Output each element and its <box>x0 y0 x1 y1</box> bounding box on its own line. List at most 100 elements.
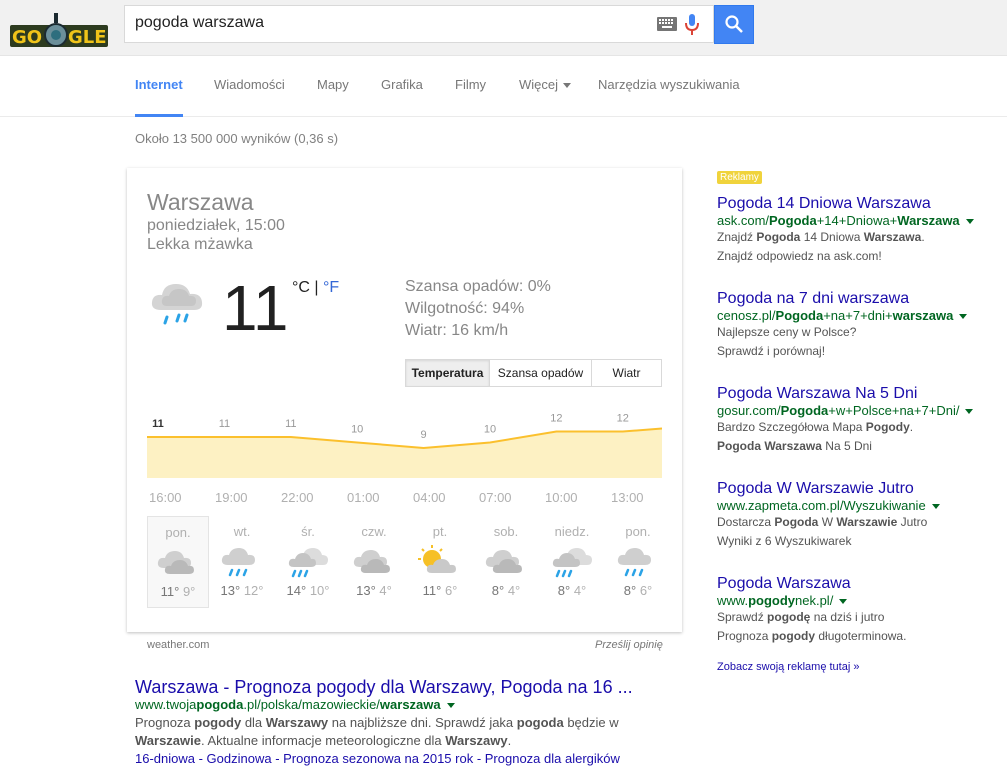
google-doodle-logo[interactable]: GO GLE <box>10 13 108 49</box>
ad-text: Warszawa <box>764 439 822 453</box>
day-name: pon. <box>625 524 651 539</box>
ad-url: gosur.com/Pogoda+w+Polsce+na+7+Dni/ <box>717 403 1007 418</box>
ad-title-link[interactable]: Pogoda W Warszawie Jutro <box>717 480 1007 498</box>
ad-menu-caret-icon[interactable] <box>965 219 974 225</box>
ad-description: Sprawdź pogodę na dziś i jutro <box>717 608 1007 627</box>
ad-url-part: www. <box>717 593 749 608</box>
day-forecast-1[interactable]: wt. 13° 12° <box>211 516 273 608</box>
hour-label: 04:00 <box>413 490 446 505</box>
svg-text:GO: GO <box>12 27 42 48</box>
feedback-link[interactable]: Prześlij opinię <box>595 639 663 651</box>
snippet-bold: Warszawy <box>445 733 508 748</box>
ad-description: Bardzo Szczegółowa Mapa Pogody. <box>717 418 1007 437</box>
day-forecast-0[interactable]: pon. 11° 9° <box>147 516 209 608</box>
drizzle-cloud-icon <box>151 284 203 325</box>
ad-text: W <box>818 515 837 529</box>
tab-search-tools[interactable]: Narzędzia wyszukiwania <box>598 77 740 92</box>
tab-maps[interactable]: Mapy <box>317 77 349 92</box>
cloud-icon <box>353 550 390 573</box>
active-tab-indicator <box>135 114 183 117</box>
result-title-link[interactable]: Warszawa - Prognoza pogody dla Warszawy,… <box>135 677 633 698</box>
day-temps: 13° 4° <box>343 583 405 598</box>
ad-url-part: www.zapmeta.com.pl/Wyszukiwanie <box>717 498 926 513</box>
ad-text: Warszawie <box>836 515 898 529</box>
ad-title-link[interactable]: Pogoda 14 Dniowa Warszawa <box>717 195 1007 213</box>
ad-menu-caret-icon[interactable] <box>931 504 940 510</box>
result-stats: Około 13 500 000 wyników (0,36 s) <box>135 131 339 146</box>
url-part: .pl/polska/mazowieckie/ <box>243 697 380 712</box>
tab-news[interactable]: Wiadomości <box>214 77 285 92</box>
ad-text: Znajdź <box>717 230 757 244</box>
day-forecast-5[interactable]: sob. 8° 4° <box>475 516 537 608</box>
ad-text: . <box>921 230 925 244</box>
ad-url-part: Pogoda <box>775 308 824 323</box>
ad-url-part: nek.pl/ <box>795 593 834 608</box>
cloud-icon <box>485 550 522 573</box>
ad-item: Pogoda na 7 dni warszawa cenosz.pl/Pogoda… <box>717 290 1007 361</box>
ad-title-link[interactable]: Pogoda Warszawa <box>717 575 1007 593</box>
temperature-data-label: 11 <box>219 418 230 430</box>
result-sitelinks[interactable]: 16-dniowa - Godzinowa - Prognoza sezonow… <box>135 751 620 766</box>
rain-icon <box>221 548 255 577</box>
day-high: 8° <box>623 583 637 598</box>
search-box[interactable]: pogoda warszawa <box>124 5 714 43</box>
ad-menu-caret-icon[interactable] <box>965 409 974 415</box>
day-forecast-6[interactable]: niedz. 8° 4° <box>541 516 603 608</box>
wind-button[interactable]: Wiatr <box>592 360 661 386</box>
unit-celsius: °C <box>292 279 310 296</box>
tab-videos[interactable]: Filmy <box>455 77 486 92</box>
day-high: 11° <box>160 584 180 599</box>
weather-city: Warszawa <box>147 189 254 215</box>
partly-sunny-icon <box>418 545 456 573</box>
ad-url-part: +14+Dniowa+ <box>816 213 898 228</box>
rain-cloud-icon <box>552 548 592 578</box>
url-part-bold: pogoda <box>196 697 244 712</box>
day-forecast-4[interactable]: pt. 11° 6° <box>409 516 471 608</box>
day-high: 14° <box>286 583 307 598</box>
ad-title-link[interactable]: Pogoda Warszawa Na 5 Dni <box>717 385 1007 403</box>
wind: Wiatr: 16 km/h <box>405 322 509 339</box>
day-high: 11° <box>422 583 442 598</box>
hour-label: 10:00 <box>545 490 578 505</box>
ad-menu-caret-icon[interactable] <box>959 314 968 320</box>
day-forecast-2[interactable]: śr. 14° 10° <box>277 516 339 608</box>
unit-fahrenheit-link[interactable]: °F <box>323 279 339 296</box>
day-name: czw. <box>361 524 387 539</box>
day-forecast-3[interactable]: czw. 13° 4° <box>343 516 405 608</box>
ad-text: Jutro <box>897 515 928 529</box>
search-button[interactable] <box>714 5 754 44</box>
tab-more[interactable]: Więcej <box>519 77 572 92</box>
ad-title-link[interactable]: Pogoda na 7 dni warszawa <box>717 290 1007 308</box>
ad-text: pogodę <box>767 610 811 624</box>
see-your-ad-link[interactable]: Zobacz swoją reklamę tutaj » <box>717 661 859 673</box>
ad-text: . <box>909 420 914 434</box>
search-input[interactable]: pogoda warszawa <box>135 14 264 32</box>
keyboard-icon[interactable] <box>657 17 677 31</box>
ad-description: Dostarcza Pogoda W Warszawie Jutro <box>717 513 1007 532</box>
microphone-icon[interactable] <box>685 14 699 36</box>
hour-label: 19:00 <box>215 490 248 505</box>
temperature-button[interactable]: Temperatura <box>406 360 490 386</box>
weather-source[interactable]: weather.com <box>147 639 209 651</box>
ad-menu-caret-icon[interactable] <box>839 599 848 605</box>
ad-text: Dostarcza <box>717 515 775 529</box>
ad-description: Wyniki z 6 Wyszukiwarek <box>717 534 852 548</box>
precip-button[interactable]: Szansa opadów <box>490 360 592 386</box>
snippet-bold: Warszawy <box>265 715 329 730</box>
ad-description: Pogoda Warszawa Na 5 Dni <box>717 437 1007 456</box>
ad-text: Pogoda <box>774 515 819 529</box>
tab-images[interactable]: Grafika <box>381 77 423 92</box>
precip-chance: Szansa opadów: 0% <box>405 278 551 295</box>
temperature-data-label: 12 <box>550 413 562 425</box>
day-low: 9° <box>182 584 196 599</box>
ad-url-part: ask.com/ <box>717 213 770 228</box>
weather-card: Warszawa poniedziałek, 15:00 Lekka mżawk… <box>127 168 682 632</box>
snippet-bold: Warszawie <box>135 733 201 748</box>
temperature-area <box>147 428 662 478</box>
ad-text: Bardzo Szczegółowa Mapa <box>717 420 866 434</box>
snippet-text: . <box>507 733 512 748</box>
tab-internet[interactable]: Internet <box>135 77 183 92</box>
day-low: 6° <box>444 583 458 598</box>
day-forecast-7[interactable]: pon. 8° 6° <box>607 516 669 608</box>
url-menu-caret-icon[interactable] <box>446 703 455 709</box>
